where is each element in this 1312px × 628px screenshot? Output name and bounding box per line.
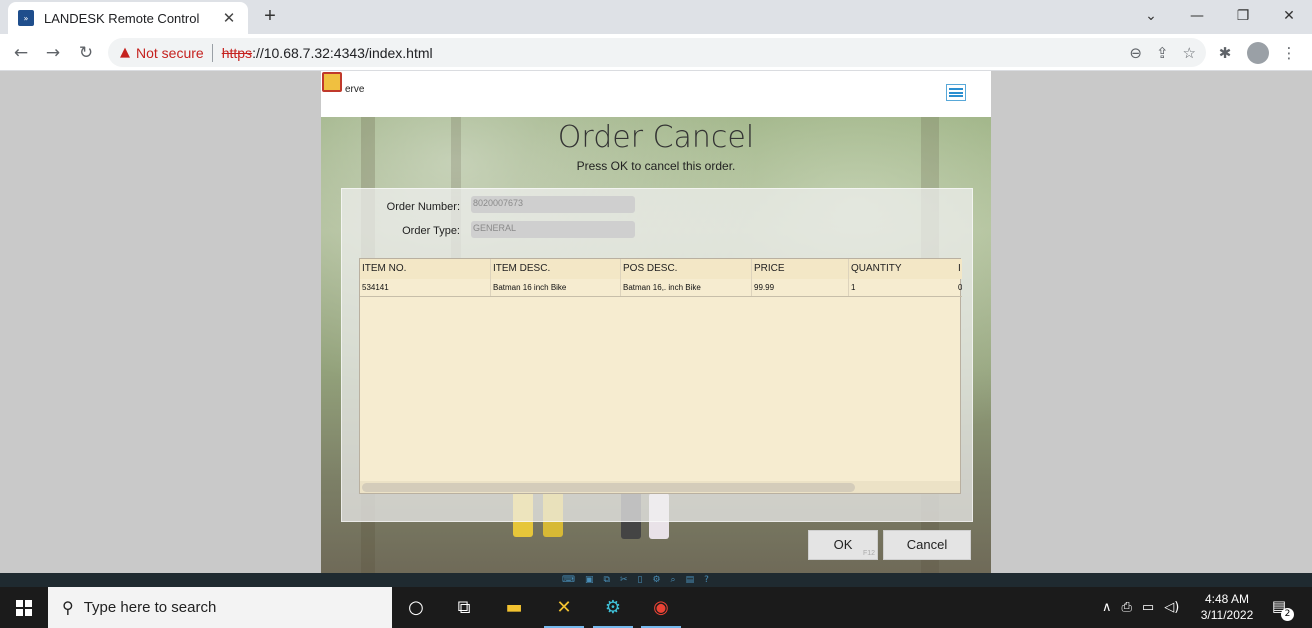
tab-search-icon[interactable]: ⌄ bbox=[1136, 4, 1166, 28]
column-header[interactable]: I bbox=[956, 259, 962, 279]
app-header: erve bbox=[321, 71, 991, 117]
url-scheme: https bbox=[221, 44, 253, 61]
start-button[interactable] bbox=[0, 587, 48, 628]
browser-tabbar: » LANDESK Remote Control ✕ + ⌄ — ❐ ✕ bbox=[0, 0, 1312, 34]
reload-button[interactable]: ↻ bbox=[73, 40, 99, 66]
profile-avatar[interactable] bbox=[1247, 42, 1269, 64]
search-placeholder: Type here to search bbox=[83, 599, 217, 616]
pos-app: erve Order Cancel Press OK to cancel thi… bbox=[321, 71, 991, 573]
page-viewport: erve Order Cancel Press OK to cancel thi… bbox=[0, 71, 1312, 573]
cancel-button-label: Cancel bbox=[906, 537, 948, 552]
volume-icon[interactable]: ◁) bbox=[1164, 600, 1179, 615]
system-clock[interactable]: 4:48 AM 3/11/2022 bbox=[1196, 591, 1258, 623]
clipboard-icon[interactable]: ▯ bbox=[638, 573, 643, 587]
tools-icon[interactable]: ✂ bbox=[620, 573, 628, 587]
column-header[interactable]: PRICE bbox=[751, 259, 848, 279]
order-number-field[interactable]: 8020007673 bbox=[471, 196, 635, 213]
order-panel: Order Number: 8020007673 Order Type: GEN… bbox=[341, 188, 973, 522]
back-button[interactable]: ← bbox=[8, 40, 34, 66]
items-grid[interactable]: ITEM NO. ITEM DESC. POS DESC. PRICE QUAN… bbox=[359, 258, 962, 494]
tab-title: LANDESK Remote Control bbox=[44, 10, 200, 26]
app-logo-icon bbox=[322, 72, 342, 92]
zoom-icon[interactable]: ⊖ bbox=[1129, 44, 1142, 62]
grid-header: ITEM NO. ITEM DESC. POS DESC. PRICE QUAN… bbox=[360, 259, 962, 279]
column-header[interactable]: ITEM NO. bbox=[360, 259, 490, 279]
screen-icon[interactable]: ▣ bbox=[585, 573, 594, 587]
order-type-label: Order Type: bbox=[402, 225, 460, 237]
table-row[interactable]: 534141 Batman 16 inch Bike Batman 16,. i… bbox=[360, 279, 962, 297]
ok-button-label: OK bbox=[833, 537, 853, 552]
divider bbox=[211, 43, 213, 62]
tab-close-icon[interactable]: ✕ bbox=[220, 9, 238, 27]
task-view-icon[interactable]: ⧉ bbox=[440, 587, 488, 628]
keyboard-icon[interactable]: ⌨ bbox=[562, 573, 575, 587]
restore-button[interactable]: ❐ bbox=[1228, 4, 1258, 28]
cell-extra: 0 bbox=[958, 283, 962, 292]
extensions-icon[interactable]: ✱ bbox=[1212, 40, 1238, 66]
network-icon[interactable]: ▭ bbox=[1142, 600, 1154, 615]
settings-app-icon[interactable]: ⚙ bbox=[589, 587, 637, 628]
zoom-icon[interactable]: ⌕ bbox=[671, 573, 676, 587]
windows-icon[interactable]: ⧉ bbox=[604, 573, 610, 587]
cell-price: 99.99 bbox=[751, 279, 848, 296]
not-secure-label[interactable]: Not secure bbox=[136, 45, 204, 61]
browser-tab[interactable]: » LANDESK Remote Control ✕ bbox=[8, 2, 248, 34]
chrome-icon[interactable]: ◉ bbox=[637, 587, 685, 628]
notification-badge: 2 bbox=[1281, 608, 1294, 621]
more-menu-icon[interactable]: ⋮ bbox=[1276, 40, 1302, 66]
device-icon[interactable]: ⎙ bbox=[1122, 600, 1132, 615]
scrollbar-thumb[interactable] bbox=[362, 483, 855, 492]
column-header[interactable]: ITEM DESC. bbox=[490, 259, 620, 279]
page-title: Order Cancel bbox=[557, 120, 755, 155]
windows-logo-icon bbox=[16, 599, 32, 616]
windows-taskbar: ⚲ Type here to search ○ ⧉ ▬ ✕ ⚙ ◉ ∧ ⎙ ▭ … bbox=[0, 587, 1312, 628]
file-explorer-icon[interactable]: ▬ bbox=[490, 587, 538, 628]
ok-shortcut-hint: F12 bbox=[862, 550, 875, 557]
search-icon: ⚲ bbox=[62, 598, 74, 617]
header-text: erve bbox=[345, 84, 365, 95]
bookmark-star-icon[interactable]: ☆ bbox=[1183, 44, 1196, 62]
settings-icon[interactable]: ⚙ bbox=[652, 573, 660, 587]
order-type-field[interactable]: GENERAL bbox=[471, 221, 635, 238]
minimize-button[interactable]: — bbox=[1182, 4, 1212, 28]
clock-date: 3/11/2022 bbox=[1200, 608, 1254, 622]
cortana-icon[interactable]: ○ bbox=[392, 587, 440, 628]
cell-item-no: 534141 bbox=[362, 283, 389, 292]
warning-icon: ▲ bbox=[120, 45, 130, 60]
ok-button[interactable]: OK F12 bbox=[808, 530, 878, 560]
hamburger-menu-icon[interactable] bbox=[946, 84, 966, 101]
address-bar[interactable]: ▲ Not secure https ://10.68.7.32:4343/in… bbox=[108, 38, 1206, 67]
forward-button[interactable]: → bbox=[40, 40, 66, 66]
close-window-button[interactable]: ✕ bbox=[1274, 4, 1304, 28]
show-hidden-icons[interactable]: ∧ bbox=[1102, 600, 1112, 615]
cell-quantity: 1 bbox=[848, 279, 956, 296]
url-text: ://10.68.7.32:4343/index.html bbox=[252, 44, 433, 61]
cancel-button[interactable]: Cancel bbox=[883, 530, 971, 560]
column-header[interactable]: QUANTITY bbox=[848, 259, 956, 279]
notification-center-icon[interactable]: ▤ 2 bbox=[1268, 597, 1294, 621]
app-tool-icon[interactable]: ✕ bbox=[540, 587, 588, 628]
new-tab-button[interactable]: + bbox=[258, 4, 282, 28]
cell-item-desc: Batman 16 inch Bike bbox=[490, 279, 620, 296]
taskbar-search[interactable]: ⚲ Type here to search bbox=[48, 587, 392, 628]
horizontal-scrollbar[interactable] bbox=[360, 481, 960, 493]
landesk-favicon-icon: » bbox=[18, 10, 34, 26]
chat-icon[interactable]: ▤ bbox=[686, 573, 695, 587]
remote-control-bar: ⌨ ▣ ⧉ ✂ ▯ ⚙ ⌕ ▤ ? bbox=[0, 573, 1312, 587]
cell-pos-desc: Batman 16,. inch Bike bbox=[620, 279, 751, 296]
column-header[interactable]: POS DESC. bbox=[620, 259, 751, 279]
share-icon[interactable]: ⇪ bbox=[1156, 44, 1169, 62]
page-subtitle: Press OK to cancel this order. bbox=[576, 159, 736, 173]
order-number-label: Order Number: bbox=[386, 201, 460, 213]
browser-toolbar: ← → ↻ ▲ Not secure https ://10.68.7.32:4… bbox=[0, 34, 1312, 71]
help-icon[interactable]: ? bbox=[704, 573, 709, 587]
clock-time: 4:48 AM bbox=[1204, 592, 1250, 606]
